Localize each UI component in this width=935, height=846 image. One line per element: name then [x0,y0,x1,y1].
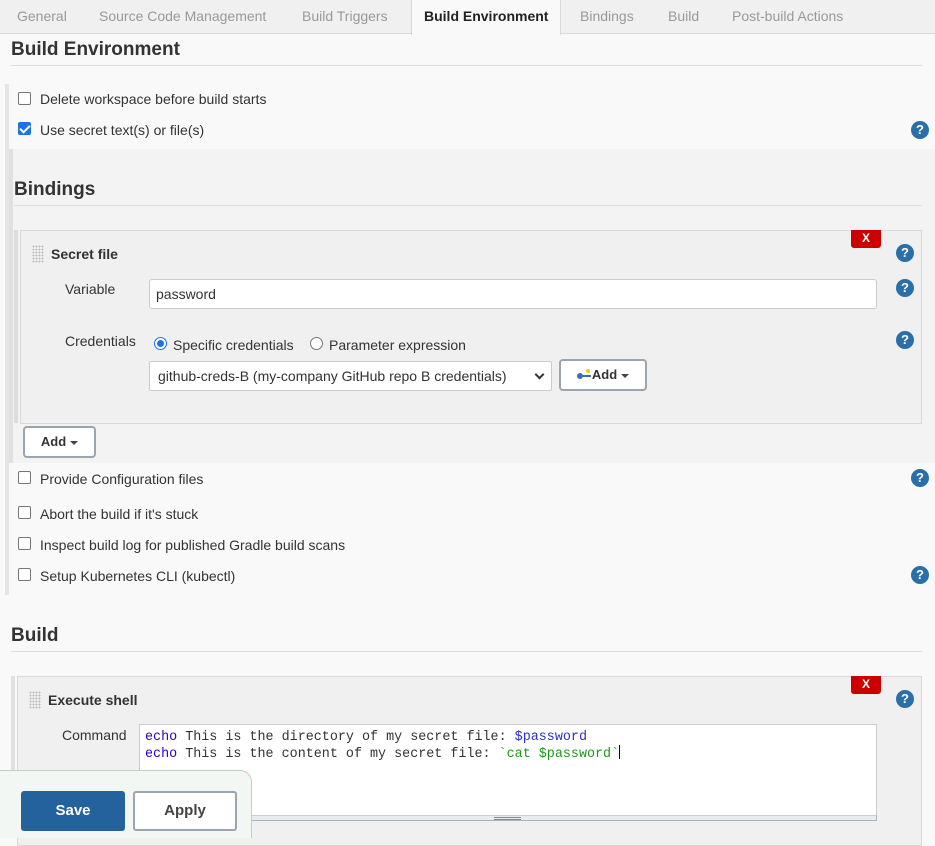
resize-grip-icon[interactable] [494,817,521,820]
command-line: echo This is the directory of my secret … [145,730,587,745]
tab-general[interactable]: General [5,0,79,34]
secret-file-panel [20,230,922,424]
help-icon[interactable]: ? [896,331,914,349]
tab-post-build-actions[interactable]: Post-build Actions [720,0,855,34]
use-secret-label: Use secret text(s) or file(s) [40,122,205,138]
bindings-indent-bar [9,149,13,463]
help-icon[interactable]: ? [896,244,914,262]
help-icon[interactable]: ? [911,121,929,139]
build-title: Build [11,625,59,646]
provide-config-files-checkbox[interactable] [18,471,31,484]
credentials-select-value: github-creds-B (my-company GitHub repo B… [158,368,507,384]
tab-build-triggers[interactable]: Build Triggers [290,0,400,34]
tab-build-environment[interactable]: Build Environment [411,0,562,35]
bindings-title: Bindings [14,179,96,200]
command-label: Command [62,727,127,743]
drag-handle-icon[interactable] [29,691,41,709]
help-icon[interactable]: ? [896,279,914,297]
specific-credentials-label: Specific credentials [173,337,294,353]
apply-button[interactable]: Apply [133,791,237,831]
inspect-gradle-scans-label: Inspect build log for published Gradle b… [40,537,346,553]
delete-workspace-checkbox[interactable] [18,92,31,105]
abort-stuck-build-checkbox[interactable] [18,506,31,519]
bindings-divider [14,205,922,206]
build-environment-title: Build Environment [11,39,180,60]
delete-secret-file-button[interactable]: X [851,230,881,248]
key-icon [576,368,591,380]
specific-credentials-radio[interactable] [154,337,167,350]
delete-execute-shell-button[interactable]: X [851,676,881,694]
command-line: echo This is the content of my secret fi… [145,745,621,762]
parameter-expression-radio[interactable] [310,337,323,350]
abort-stuck-build-label: Abort the build if it's stuck [40,506,199,522]
tab-bindings[interactable]: Bindings [568,0,646,34]
build-environment-divider [11,65,922,66]
drag-handle-icon[interactable] [32,245,44,263]
help-icon[interactable]: ? [911,469,929,487]
use-secret-checkbox[interactable] [18,122,31,135]
execute-shell-title: Execute shell [48,692,138,708]
provide-config-files-label: Provide Configuration files [40,471,204,487]
chevron-down-icon [534,369,545,380]
delete-workspace-label: Delete workspace before build starts [40,91,267,107]
help-icon[interactable]: ? [911,566,929,584]
tab-source-code-management[interactable]: Source Code Management [87,0,278,34]
secret-file-indent-bar [14,230,18,423]
add-credentials-button[interactable]: Add [559,359,647,391]
variable-input[interactable]: password [149,279,877,309]
variable-label: Variable [65,281,116,297]
setup-kubectl-label: Setup Kubernetes CLI (kubectl) [40,568,236,584]
build-divider [11,651,922,652]
secret-file-title: Secret file [51,246,118,262]
help-icon[interactable]: ? [896,690,914,708]
text-cursor [619,745,621,759]
save-button[interactable]: Save [21,791,125,831]
credentials-select[interactable]: github-creds-B (my-company GitHub repo B… [149,361,552,391]
parameter-expression-label: Parameter expression [329,337,466,353]
section-tab-bar: General Source Code Management Build Tri… [0,0,935,35]
setup-kubectl-checkbox[interactable] [18,568,31,581]
inspect-gradle-scans-checkbox[interactable] [18,537,31,550]
add-binding-button[interactable]: Add [23,426,96,458]
add-binding-label: Add [40,434,67,449]
credentials-label: Credentials [65,333,136,349]
caret-down-icon [70,440,79,445]
add-credentials-label: Add [591,367,618,382]
caret-down-icon [621,373,630,378]
tab-build[interactable]: Build [656,0,711,34]
